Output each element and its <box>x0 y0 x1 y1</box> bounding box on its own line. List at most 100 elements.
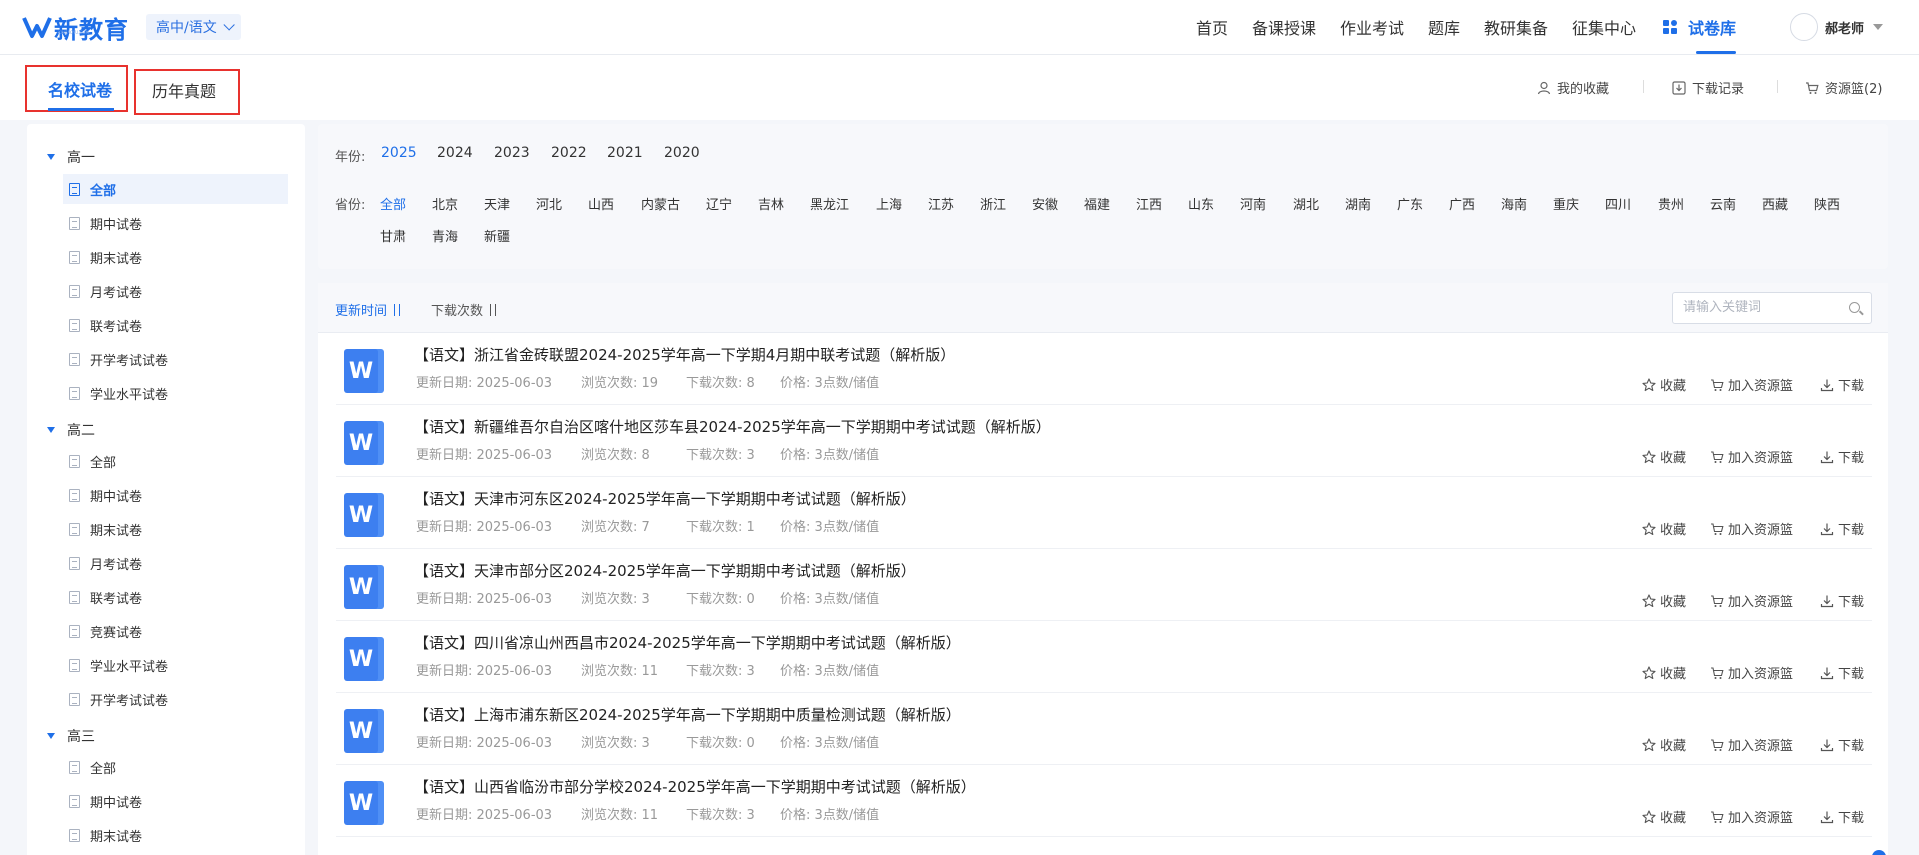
table-row[interactable]: W 【语文】浙江省金砖联盟2024-2025学年高一下学期4月期中联考试题（解析版… <box>336 333 1872 405</box>
province-option[interactable]: 江苏 <box>928 194 954 213</box>
favorite-button[interactable]: 收藏 <box>1642 591 1686 610</box>
sidebar-item-final[interactable]: 期末试卷 <box>63 514 288 544</box>
sidebar-item-entrance[interactable]: 开学考试试卷 <box>63 684 288 714</box>
table-row[interactable]: W 【语文】四川省凉山州西昌市2024-2025学年高一下学期期中考试试题（解析版… <box>336 621 1872 693</box>
paper-title[interactable]: 【语文】上海市浦东新区2024-2025学年高一下学期期中质量检测试题（解析版） <box>414 704 961 725</box>
brand-logo[interactable]: 新教育 <box>22 10 129 44</box>
table-row[interactable]: W 【语文】新疆维吾尔自治区喀什地区莎车县2024-2025学年高一下学期期中考试… <box>336 405 1872 477</box>
year-option[interactable]: 2022 <box>551 145 587 161</box>
paper-title[interactable]: 【语文】山西省临汾市部分学校2024-2025学年高一下学期期中考试试题（解析版… <box>414 776 976 797</box>
province-option[interactable]: 湖南 <box>1345 194 1371 213</box>
province-option[interactable]: 贵州 <box>1658 194 1684 213</box>
download-button[interactable]: 下载 <box>1820 807 1864 826</box>
province-option[interactable]: 上海 <box>876 194 902 213</box>
province-option[interactable]: 云南 <box>1710 194 1736 213</box>
province-option[interactable]: 广东 <box>1397 194 1423 213</box>
province-option[interactable]: 山西 <box>588 194 614 213</box>
caret-down-icon[interactable] <box>1873 24 1883 30</box>
paper-title[interactable]: 【语文】天津市河东区2024-2025学年高一下学期期中考试试题（解析版） <box>414 488 916 509</box>
download-button[interactable]: 下载 <box>1820 519 1864 538</box>
province-option[interactable]: 西藏 <box>1762 194 1788 213</box>
tab-famous-school-papers[interactable]: 名校试卷 <box>48 77 112 101</box>
year-option[interactable]: 2025 <box>381 145 417 161</box>
download-button[interactable]: 下载 <box>1820 663 1864 682</box>
nav-homework-exam[interactable]: 作业考试 <box>1340 15 1404 39</box>
add-to-basket-button[interactable]: 加入资源篮 <box>1710 591 1793 610</box>
nav-lesson-prep[interactable]: 备课授课 <box>1252 15 1316 39</box>
province-option[interactable]: 河南 <box>1240 194 1266 213</box>
add-to-basket-button[interactable]: 加入资源篮 <box>1710 447 1793 466</box>
province-option[interactable]: 吉林 <box>758 194 784 213</box>
sidebar-item-proficiency[interactable]: 学业水平试卷 <box>63 650 288 680</box>
sidebar-item-monthly[interactable]: 月考试卷 <box>63 548 288 578</box>
nav-paper-library[interactable]: 试卷库 <box>1688 15 1736 39</box>
search-input[interactable] <box>1683 300 1843 315</box>
province-option[interactable]: 福建 <box>1084 194 1110 213</box>
province-option[interactable]: 河北 <box>536 194 562 213</box>
favorite-button[interactable]: 收藏 <box>1642 735 1686 754</box>
sidebar-item-competition[interactable]: 竞赛试卷 <box>63 616 288 646</box>
tab-past-exams[interactable]: 历年真题 <box>152 78 216 102</box>
sidebar-item-monthly[interactable]: 月考试卷 <box>63 276 288 306</box>
province-option[interactable]: 江西 <box>1136 194 1162 213</box>
add-to-basket-button[interactable]: 加入资源篮 <box>1710 807 1793 826</box>
province-option[interactable]: 甘肃 <box>380 226 406 245</box>
sort-by-time[interactable]: 更新时间 <box>335 300 402 319</box>
sidebar-item-all[interactable]: 全部 <box>63 752 288 782</box>
favorite-button[interactable]: 收藏 <box>1642 519 1686 538</box>
sidebar-group-grade11[interactable]: 高二 <box>47 420 95 440</box>
favorite-button[interactable]: 收藏 <box>1642 807 1686 826</box>
subject-select[interactable]: 高中/语文 <box>146 14 241 40</box>
my-favorites-link[interactable]: 我的收藏 <box>1537 78 1609 97</box>
province-option[interactable]: 青海 <box>432 226 458 245</box>
add-to-basket-button[interactable]: 加入资源篮 <box>1710 519 1793 538</box>
table-row[interactable]: W 【语文】天津市部分区2024-2025学年高一下学期期中考试试题（解析版） 更新… <box>336 549 1872 621</box>
province-option[interactable]: 北京 <box>432 194 458 213</box>
table-row[interactable]: W 【语文】天津市河东区2024-2025学年高一下学期期中考试试题（解析版） 更新… <box>336 477 1872 549</box>
sidebar-item-all[interactable]: 全部 <box>63 174 288 204</box>
sidebar-item-midterm[interactable]: 期中试卷 <box>63 208 288 238</box>
sidebar-item-midterm[interactable]: 期中试卷 <box>63 480 288 510</box>
add-to-basket-button[interactable]: 加入资源篮 <box>1710 375 1793 394</box>
province-option[interactable]: 安徽 <box>1032 194 1058 213</box>
download-button[interactable]: 下载 <box>1820 375 1864 394</box>
resource-basket-link[interactable]: 资源篮(2) <box>1805 78 1882 97</box>
paper-title[interactable]: 【语文】天津市部分区2024-2025学年高一下学期期中考试试题（解析版） <box>414 560 916 581</box>
search-icon[interactable] <box>1849 302 1860 313</box>
sidebar-item-final[interactable]: 期末试卷 <box>63 820 288 850</box>
avatar[interactable] <box>1790 13 1818 41</box>
province-option[interactable]: 新疆 <box>484 226 510 245</box>
year-option[interactable]: 2024 <box>437 145 473 161</box>
province-option[interactable]: 海南 <box>1501 194 1527 213</box>
nav-home[interactable]: 首页 <box>1196 15 1228 39</box>
province-option[interactable]: 陕西 <box>1814 194 1840 213</box>
nav-question-bank[interactable]: 题库 <box>1428 15 1460 39</box>
sidebar-item-midterm[interactable]: 期中试卷 <box>63 786 288 816</box>
paper-title[interactable]: 【语文】四川省凉山州西昌市2024-2025学年高一下学期期中考试试题（解析版） <box>414 632 961 653</box>
province-option[interactable]: 天津 <box>484 194 510 213</box>
year-option[interactable]: 2023 <box>494 145 530 161</box>
sidebar-group-grade12[interactable]: 高三 <box>47 726 95 746</box>
province-option[interactable]: 四川 <box>1605 194 1631 213</box>
download-button[interactable]: 下载 <box>1820 591 1864 610</box>
province-option[interactable]: 黑龙江 <box>810 194 849 213</box>
province-option[interactable]: 重庆 <box>1553 194 1579 213</box>
nav-collection-center[interactable]: 征集中心 <box>1572 15 1636 39</box>
paper-title[interactable]: 【语文】新疆维吾尔自治区喀什地区莎车县2024-2025学年高一下学期期中考试试… <box>414 416 1051 437</box>
favorite-button[interactable]: 收藏 <box>1642 447 1686 466</box>
province-option[interactable]: 浙江 <box>980 194 1006 213</box>
sidebar-item-entrance[interactable]: 开学考试试卷 <box>63 344 288 374</box>
province-option[interactable]: 辽宁 <box>706 194 732 213</box>
add-to-basket-button[interactable]: 加入资源篮 <box>1710 663 1793 682</box>
add-to-basket-button[interactable]: 加入资源篮 <box>1710 735 1793 754</box>
sidebar-group-grade10[interactable]: 高一 <box>47 147 95 167</box>
paper-title[interactable]: 【语文】浙江省金砖联盟2024-2025学年高一下学期4月期中联考试题（解析版） <box>414 344 955 365</box>
download-records-link[interactable]: 下载记录 <box>1672 78 1744 97</box>
favorite-button[interactable]: 收藏 <box>1642 375 1686 394</box>
table-row[interactable]: W 【语文】山西省临汾市部分学校2024-2025学年高一下学期期中考试试题（解析… <box>336 765 1872 837</box>
favorite-button[interactable]: 收藏 <box>1642 663 1686 682</box>
sidebar-item-all[interactable]: 全部 <box>63 446 288 476</box>
download-button[interactable]: 下载 <box>1820 735 1864 754</box>
province-option[interactable]: 全部 <box>380 194 406 213</box>
download-button[interactable]: 下载 <box>1820 447 1864 466</box>
